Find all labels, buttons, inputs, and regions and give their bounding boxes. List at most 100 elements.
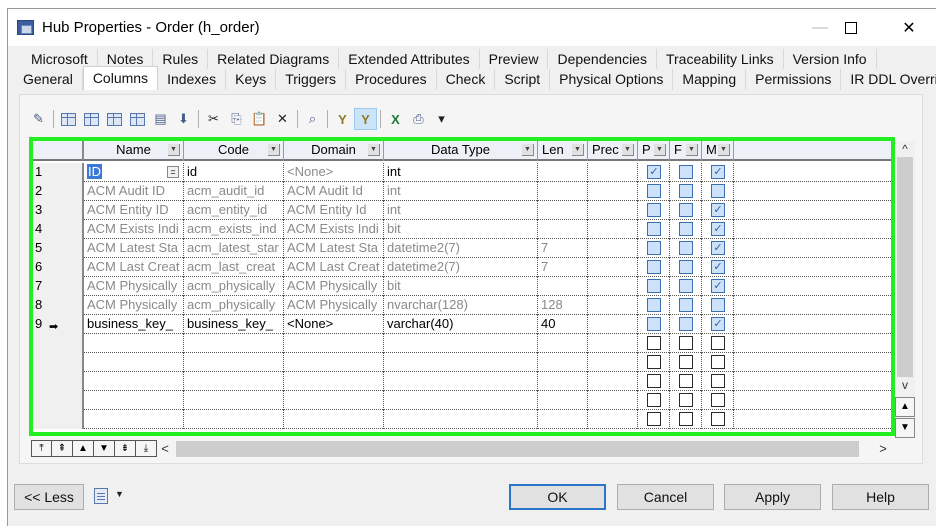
cell-p[interactable] <box>638 353 670 372</box>
cell-prec[interactable] <box>588 220 638 239</box>
horizontal-scrollbar[interactable]: < > <box>156 440 895 457</box>
cell-f[interactable] <box>670 201 702 220</box>
cell-data-type[interactable] <box>384 353 538 372</box>
scroll-left-button[interactable]: < <box>156 440 174 457</box>
cell-data-type[interactable]: int <box>384 201 538 220</box>
cell-data-type[interactable]: int <box>384 182 538 201</box>
cell-domain[interactable] <box>284 372 384 391</box>
move-down-button[interactable]: ▼ <box>94 440 115 457</box>
cell-prec[interactable] <box>588 296 638 315</box>
row-number[interactable]: 8 <box>33 296 84 315</box>
cell-m[interactable]: ✓ <box>702 220 734 239</box>
cell-domain[interactable]: ACM Audit Id <box>284 182 384 201</box>
cell-len[interactable] <box>538 201 588 220</box>
checkbox-m[interactable]: ✓ <box>711 260 725 274</box>
cell-code[interactable]: business_key_ <box>184 315 284 334</box>
cell-m[interactable]: ✓ <box>702 258 734 277</box>
move-up-button[interactable]: ▲ <box>73 440 94 457</box>
cell-f[interactable] <box>670 315 702 334</box>
add-row-button[interactable] <box>57 108 80 130</box>
checkbox-m[interactable]: ✓ <box>711 279 725 293</box>
checkbox-p[interactable] <box>647 279 661 293</box>
checkbox-m[interactable]: ✓ <box>711 222 725 236</box>
cell-name[interactable]: ACM Latest Sta <box>84 239 184 258</box>
cell-p[interactable] <box>638 201 670 220</box>
checkbox-f[interactable] <box>679 260 693 274</box>
row-number[interactable]: 5 <box>33 239 84 258</box>
row-number[interactable]: 7 <box>33 277 84 296</box>
move-page-up-button[interactable]: ⇞ <box>52 440 73 457</box>
apply-button[interactable]: Apply <box>724 484 821 510</box>
checkbox-p[interactable] <box>647 317 661 331</box>
checkbox-f[interactable] <box>679 298 693 312</box>
tab-mapping[interactable]: Mapping <box>673 69 747 90</box>
cell-p[interactable] <box>638 277 670 296</box>
tab-columns[interactable]: Columns <box>82 66 159 90</box>
cell-prec[interactable] <box>588 239 638 258</box>
table-row[interactable]: 8 ACM Physically acm_physically ACM Physica… <box>33 296 891 315</box>
cell-p[interactable]: ✓ <box>638 163 670 182</box>
scroll-down-button[interactable]: v <box>895 377 915 393</box>
cell-f[interactable] <box>670 258 702 277</box>
filter-dropdown-icon[interactable]: ▼ <box>622 144 634 156</box>
checkbox-f[interactable] <box>679 203 693 217</box>
tab-extended-attributes[interactable]: Extended Attributes <box>339 49 480 70</box>
cell-domain[interactable]: ACM Physically <box>284 277 384 296</box>
row-number[interactable]: 2 <box>33 182 84 201</box>
cell-name[interactable] <box>84 353 184 372</box>
columns-grid[interactable]: Name ▼ Code ▼ Domain ▼ Data Type ▼ Len ▼ Prec ▼ P ▼ F ▼… <box>33 141 891 432</box>
empty-table-row[interactable] <box>33 334 891 353</box>
column-header-domain[interactable]: Domain ▼ <box>284 141 384 161</box>
cell-len[interactable] <box>538 372 588 391</box>
cell-len[interactable] <box>538 277 588 296</box>
cell-p[interactable] <box>638 220 670 239</box>
filter-button[interactable]: Y <box>331 108 354 130</box>
cell-code[interactable] <box>184 372 284 391</box>
cell-code[interactable]: acm_physically <box>184 296 284 315</box>
cell-domain[interactable]: ACM Entity Id <box>284 201 384 220</box>
cell-prec[interactable] <box>588 277 638 296</box>
row-number[interactable]: 3 <box>33 201 84 220</box>
cell-len[interactable]: 128 <box>538 296 588 315</box>
tab-dependencies[interactable]: Dependencies <box>548 49 657 70</box>
column-header-prec[interactable]: Prec ▼ <box>588 141 638 161</box>
checkbox-f[interactable] <box>679 374 693 388</box>
cell-domain[interactable] <box>284 353 384 372</box>
cell-name[interactable] <box>84 410 184 429</box>
cell-code[interactable] <box>184 391 284 410</box>
column-header-len[interactable]: Len ▼ <box>538 141 588 161</box>
cell-f[interactable] <box>670 410 702 429</box>
move-to-top-button[interactable]: ⤒ <box>31 440 52 457</box>
filter-enabled-button[interactable]: Y <box>354 108 377 130</box>
cell-p[interactable] <box>638 372 670 391</box>
cell-m[interactable] <box>702 182 734 201</box>
copy-button[interactable]: ⎘ <box>225 108 248 130</box>
ellipsis-button[interactable]: = <box>167 166 179 178</box>
cell-code[interactable]: acm_latest_star <box>184 239 284 258</box>
reuse-columns-button[interactable] <box>126 108 149 130</box>
cell-data-type[interactable] <box>384 334 538 353</box>
cell-domain[interactable] <box>284 391 384 410</box>
cell-domain[interactable] <box>284 334 384 353</box>
cell-name[interactable]: ACM Exists Indi <box>84 220 184 239</box>
tab-ir-ddl-override[interactable]: IR DDL Override <box>841 69 936 90</box>
cell-name[interactable] <box>84 391 184 410</box>
property-menu-icon[interactable] <box>94 488 108 504</box>
tab-indexes[interactable]: Indexes <box>158 69 227 90</box>
tab-check[interactable]: Check <box>436 69 496 90</box>
checkbox-p[interactable] <box>647 298 661 312</box>
cell-prec[interactable] <box>588 372 638 391</box>
cell-code[interactable] <box>184 353 284 372</box>
cell-data-type[interactable]: varchar(40) <box>384 315 538 334</box>
tab-version-info[interactable]: Version Info <box>783 49 877 70</box>
checkbox-f[interactable] <box>679 184 693 198</box>
cell-prec[interactable] <box>588 315 638 334</box>
cell-code[interactable]: acm_entity_id <box>184 201 284 220</box>
row-number[interactable]: 6 <box>33 258 84 277</box>
cell-m[interactable] <box>702 391 734 410</box>
cell-domain[interactable]: <None> <box>284 163 384 182</box>
checkbox-f[interactable] <box>679 317 693 331</box>
scroll-up-button[interactable]: ^ <box>895 141 915 157</box>
checkbox-p[interactable] <box>647 203 661 217</box>
cell-name[interactable]: business_key_ <box>84 315 184 334</box>
